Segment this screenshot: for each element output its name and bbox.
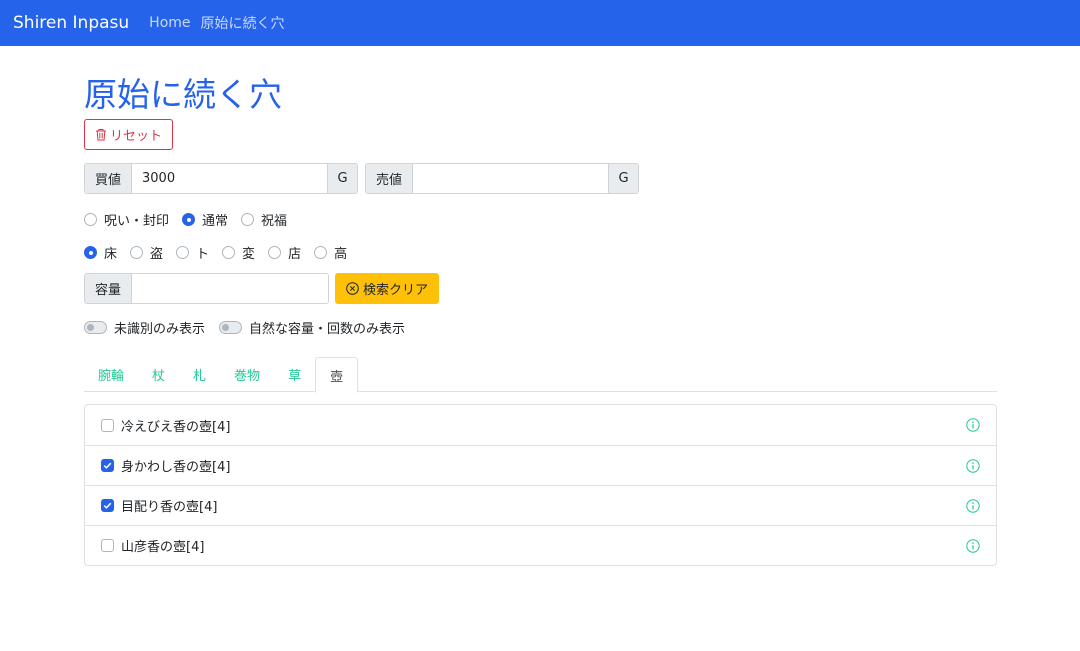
radio-option-trap[interactable]: ト — [176, 243, 209, 262]
buy-price-label: 買値 — [85, 164, 133, 193]
info-icon[interactable] — [966, 458, 980, 473]
radio-shop[interactable] — [268, 246, 282, 259]
radio-label-floor: 床 — [104, 247, 118, 262]
info-icon[interactable] — [966, 418, 980, 432]
sell-price-input[interactable] — [413, 164, 608, 193]
item-checkbox[interactable] — [101, 418, 114, 432]
switch-label-natural: 自然な容量・回数のみ表示 — [249, 322, 406, 337]
radio-option-cursed[interactable]: 呪い・封印 — [84, 210, 169, 229]
radio-label-blessed: 祝福 — [261, 214, 288, 229]
info-icon[interactable] — [966, 498, 980, 513]
nav-link-dungeon[interactable]: 原始に続く穴 — [201, 13, 285, 33]
tab-herb[interactable]: 草 — [274, 357, 315, 392]
filter-switches: 未識別のみ表示 自然な容量・回数のみ表示 — [84, 318, 419, 337]
radio-trap[interactable] — [176, 246, 190, 259]
switch-natural[interactable] — [219, 321, 243, 334]
buy-price-unit: G — [327, 164, 357, 193]
capacity-group: 容量 — [84, 273, 329, 304]
radio-option-normal[interactable]: 通常 — [182, 210, 228, 229]
radio-transform[interactable] — [222, 246, 236, 259]
item-label: 冷えびえ香の壺[4] — [121, 419, 231, 435]
tab-bracelet[interactable]: 腕輪 — [84, 357, 138, 392]
radio-option-floor[interactable]: 床 — [84, 243, 117, 262]
radio-label-high: 高 — [334, 247, 348, 262]
sell-price-label: 売値 — [366, 164, 414, 193]
buy-price-group: 買値 G — [84, 163, 358, 194]
page-title: 原始に続く穴 — [84, 75, 282, 114]
radio-label-normal: 通常 — [202, 214, 229, 229]
list-item[interactable]: 目配り香の壺[4] — [85, 485, 996, 525]
buy-price-input[interactable] — [132, 164, 327, 193]
reset-button[interactable]: リセット — [84, 119, 174, 150]
circle-x-icon — [346, 282, 359, 295]
trash-icon — [96, 129, 106, 141]
radio-option-shop[interactable]: 店 — [268, 243, 301, 262]
check-icon — [103, 462, 112, 469]
tab-pot[interactable]: 壺 — [315, 357, 359, 393]
check-icon — [103, 502, 112, 509]
info-icon[interactable] — [966, 538, 980, 553]
radio-floor[interactable] — [84, 246, 97, 259]
item-label: 目配り香の壺[4] — [121, 500, 218, 515]
list-item[interactable]: 冷えびえ香の壺[4] — [85, 405, 996, 445]
switch-label-unidentified: 未識別のみ表示 — [114, 322, 206, 337]
radio-option-transform[interactable]: 変 — [222, 243, 255, 262]
curse-radio-group: 呪い・封印 通常 祝福 — [84, 210, 300, 229]
list-item[interactable]: 山彦香の壺[4] — [85, 525, 996, 565]
category-tabs: 腕輪 杖 札 巻物 草 壺 — [84, 357, 997, 393]
sell-price-group: 売値 G — [365, 163, 639, 194]
tab-scroll[interactable]: 巻物 — [220, 357, 274, 392]
radio-label-transform: 変 — [242, 247, 256, 262]
switch-option-natural[interactable]: 自然な容量・回数のみ表示 — [219, 318, 405, 337]
switch-unidentified[interactable] — [84, 321, 107, 334]
item-label: 身かわし香の壺[4] — [121, 460, 231, 475]
search-clear-label: 検索クリア — [363, 283, 429, 298]
radio-label-shop: 店 — [288, 247, 302, 262]
navbar: Shiren Inpasu Home 原始に続く穴 — [0, 0, 1080, 46]
radio-high[interactable] — [314, 246, 328, 259]
radio-normal[interactable] — [182, 213, 196, 226]
search-clear-button[interactable]: 検索クリア — [335, 273, 440, 304]
tab-card[interactable]: 札 — [179, 357, 220, 392]
tab-staff[interactable]: 杖 — [138, 357, 179, 392]
item-checkbox[interactable] — [101, 499, 114, 512]
reset-button-label: リセット — [110, 129, 163, 144]
navbar-brand[interactable]: Shiren Inpasu — [13, 13, 129, 33]
radio-option-high[interactable]: 高 — [314, 243, 347, 262]
radio-option-steal[interactable]: 盗 — [130, 243, 163, 262]
radio-steal[interactable] — [130, 246, 144, 259]
radio-blessed[interactable] — [241, 213, 255, 226]
item-label: 山彦香の壺[4] — [121, 540, 205, 555]
item-checkbox[interactable] — [101, 459, 114, 472]
switch-option-unidentified[interactable]: 未識別のみ表示 — [84, 318, 205, 337]
capacity-input[interactable] — [132, 274, 328, 303]
radio-label-cursed: 呪い・封印 — [104, 214, 170, 229]
radio-cursed[interactable] — [84, 213, 97, 226]
capacity-label: 容量 — [85, 274, 133, 303]
radio-label-steal: 盗 — [150, 247, 164, 262]
item-checkbox[interactable] — [101, 539, 114, 552]
radio-option-blessed[interactable]: 祝福 — [241, 210, 287, 229]
nav-link-home[interactable]: Home — [149, 15, 190, 31]
sell-price-unit: G — [608, 164, 638, 193]
list-item[interactable]: 身かわし香の壺[4] — [85, 445, 996, 485]
item-list: 冷えびえ香の壺[4] 身かわし香の壺[4] 目配り香の壺[4] 山彦香の壺[4] — [84, 404, 997, 566]
radio-label-trap: ト — [196, 247, 210, 262]
location-radio-group: 床 盗 ト 変 店 高 — [84, 243, 360, 262]
